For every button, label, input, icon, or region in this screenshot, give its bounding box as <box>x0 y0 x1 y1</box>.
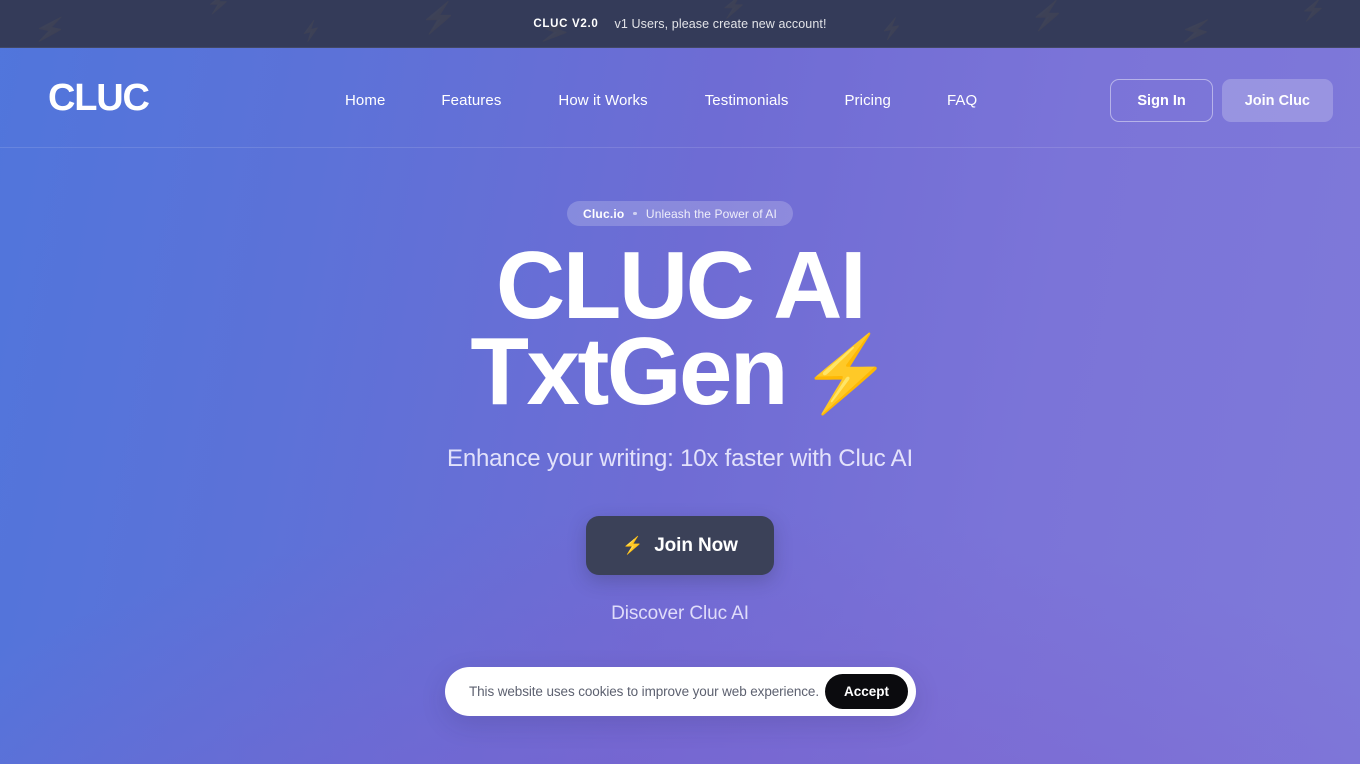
nav-item-features[interactable]: Features <box>441 86 501 115</box>
lightning-bolt-icon: ⚡ <box>1176 12 1215 48</box>
lightning-bolt-icon: ⚡ <box>800 332 892 415</box>
hero-subtitle: Enhance your writing: 10x faster with Cl… <box>447 445 913 472</box>
version-badge: CLUC V2.0 <box>533 18 599 30</box>
hero-tagline-pill[interactable]: Cluc.io Unleash the Power of AI <box>567 201 793 226</box>
cookie-accept-button[interactable]: Accept <box>824 674 908 709</box>
cookie-message: This website uses cookies to improve you… <box>469 684 819 699</box>
discover-cluc-ai-link[interactable]: Discover Cluc AI <box>611 603 749 625</box>
announcement-message: v1 Users, please create new account! <box>614 17 827 31</box>
page-root: ⚡ ⚡ ⚡ ⚡ ⚡ ⚡ ⚡ ⚡ ⚡ ⚡ CLUC V2.0 v1 Users, … <box>0 0 1360 764</box>
join-cluc-button[interactable]: Join Cluc <box>1221 79 1333 122</box>
hero-pill-text: Unleash the Power of AI <box>645 206 777 221</box>
main-nav: Home Features How it Works Testimonials … <box>345 86 977 115</box>
join-now-button[interactable]: ⚡ Join Now <box>586 516 774 575</box>
sign-in-button[interactable]: Sign In <box>1110 79 1213 122</box>
header-actions: Sign In Join Cluc <box>1110 79 1333 122</box>
hero-pill-brand: Cluc.io <box>583 206 625 221</box>
lightning-bolt-icon: ⚡ <box>622 535 644 555</box>
lightning-bolt-icon: ⚡ <box>878 17 905 42</box>
lightning-bolt-icon: ⚡ <box>1300 0 1326 21</box>
page-title: CLUC AI TxtGen ⚡ <box>470 232 892 425</box>
bullet-dot-icon <box>633 211 637 216</box>
join-now-label: Join Now <box>654 534 738 556</box>
lightning-bolt-icon: ⚡ <box>420 4 457 34</box>
hero-title-line-1: CLUC AI <box>495 232 867 339</box>
hero-title-line-2: TxtGen <box>470 318 788 425</box>
site-header: CLUC Home Features How it Works Testimon… <box>0 48 1360 148</box>
nav-item-how-it-works[interactable]: How it Works <box>558 86 647 115</box>
nav-item-pricing[interactable]: Pricing <box>844 86 891 115</box>
nav-item-home[interactable]: Home <box>345 86 385 115</box>
lightning-bolt-icon: ⚡ <box>31 11 69 47</box>
hero-title-line-2-wrap: TxtGen ⚡ <box>470 318 892 425</box>
lightning-bolt-icon: ⚡ <box>1030 2 1065 30</box>
nav-item-testimonials[interactable]: Testimonials <box>705 86 789 115</box>
lightning-bolt-icon: ⚡ <box>206 0 231 14</box>
logo[interactable]: CLUC <box>48 76 150 120</box>
lightning-bolt-icon: ⚡ <box>298 19 325 44</box>
announcement-bar: ⚡ ⚡ ⚡ ⚡ ⚡ ⚡ ⚡ ⚡ ⚡ ⚡ CLUC V2.0 v1 Users, … <box>0 0 1360 48</box>
nav-item-faq[interactable]: FAQ <box>947 86 977 115</box>
lightning-bolt-icon: ⚡ <box>720 0 747 18</box>
cookie-consent-banner: This website uses cookies to improve you… <box>445 667 916 716</box>
